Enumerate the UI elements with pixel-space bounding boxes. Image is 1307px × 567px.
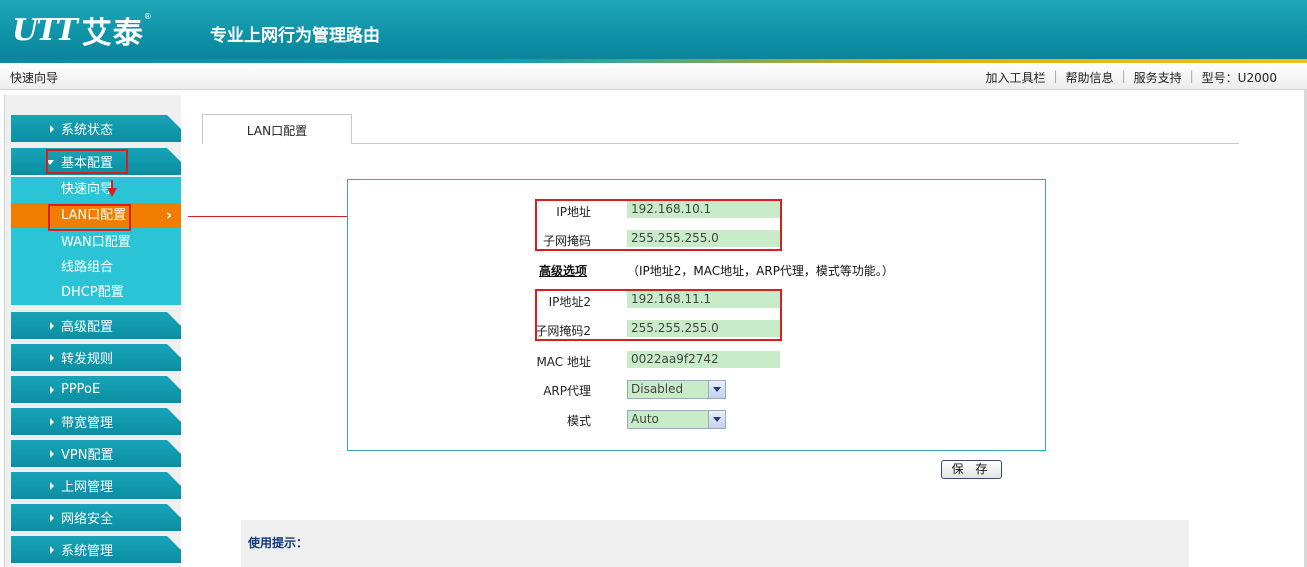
chevron-right-icon: › (165, 206, 172, 224)
product-title: 专业上网行为管理路由 (210, 26, 380, 46)
logo-mark: UTT (12, 12, 78, 48)
triangle-right-icon (50, 450, 54, 458)
menu-label: 转发规则 (61, 352, 114, 367)
submenu-item-wan-config[interactable]: WAN口配置 (11, 230, 181, 255)
registered-mark: ® (143, 11, 152, 21)
submenu-item-dhcp-config[interactable]: DHCP配置 (11, 280, 181, 305)
menu-system-mgmt[interactable]: 系统管理 (11, 536, 181, 563)
chevron-down-icon[interactable] (708, 381, 725, 398)
app-header: UTT 艾泰 ® 专业上网行为管理路由 (0, 0, 1307, 62)
usage-hints-panel: 使用提示： (241, 520, 1189, 567)
annotation-box-lan-config (48, 204, 131, 231)
annotation-box-ip2 (535, 289, 782, 341)
mac-address-field[interactable]: 0022aa9f2742 (627, 351, 780, 368)
divider: | (1189, 69, 1194, 83)
menu-label: 高级配置 (61, 320, 114, 335)
annotation-box-basic-config (46, 149, 128, 174)
menu-bandwidth[interactable]: 带宽管理 (11, 408, 181, 435)
top-links: 加入工具栏 | 帮助信息 | 服务支持 | 型号：U2000 (985, 69, 1277, 86)
arp-proxy-select[interactable]: Disabled (627, 380, 726, 399)
save-button[interactable]: 保 存 (941, 460, 1002, 479)
sub-toolbar: 快速向导 加入工具栏 | 帮助信息 | 服务支持 | 型号：U2000 (0, 63, 1307, 90)
tab-baseline (202, 143, 1239, 144)
menu-network-security[interactable]: 网络安全 (11, 504, 181, 531)
arp-label: ARP代理 (543, 384, 591, 398)
help-link[interactable]: 帮助信息 (1066, 69, 1114, 86)
brand-logo: UTT 艾泰 ® (12, 10, 152, 52)
menu-system-status[interactable]: 系统状态 (11, 115, 181, 142)
triangle-right-icon (50, 514, 54, 522)
menu-label: 带宽管理 (61, 416, 114, 431)
annotation-box-ip (535, 199, 782, 251)
usage-hints-title: 使用提示： (248, 536, 309, 550)
menu-label: PPPoE (61, 382, 101, 397)
advanced-options-desc: （IP地址2，MAC地址，ARP代理，模式等功能。） (627, 264, 894, 278)
menu-internet-mgmt[interactable]: 上网管理 (11, 472, 181, 499)
arp-proxy-value: Disabled (631, 382, 684, 396)
advanced-options-link[interactable]: 高级选项 (539, 262, 587, 279)
menu-label: 系统状态 (61, 123, 114, 138)
mode-label: 模式 (566, 414, 591, 428)
menu-pppoe[interactable]: PPPoE (11, 376, 181, 403)
menu-vpn[interactable]: VPN配置 (11, 440, 181, 467)
support-link[interactable]: 服务支持 (1134, 69, 1182, 86)
triangle-right-icon (50, 546, 54, 554)
menu-advanced-config[interactable]: 高级配置 (11, 312, 181, 339)
tab-gap (203, 143, 351, 144)
mode-value: Auto (631, 412, 659, 426)
menu-forward-rules[interactable]: 转发规则 (11, 344, 181, 371)
triangle-right-icon (50, 418, 54, 426)
add-toolbar-link[interactable]: 加入工具栏 (985, 69, 1045, 86)
submenu-item-quick-wizard[interactable]: 快速向导 (11, 177, 181, 202)
triangle-right-icon (50, 386, 54, 394)
annotation-arrow-down-icon (107, 188, 117, 197)
triangle-right-icon (50, 482, 54, 490)
divider: | (1053, 69, 1058, 83)
submenu-basic-config: 快速向导 LAN口配置 › WAN口配置 线路组合 DHCP配置 (11, 177, 181, 305)
model-label: 型号：U2000 (1201, 71, 1277, 85)
breadcrumb: 快速向导 (10, 71, 59, 85)
triangle-right-icon (50, 354, 54, 362)
menu-label: 系统管理 (61, 544, 114, 559)
menu-label: 网络安全 (61, 512, 114, 527)
menu-label: VPN配置 (61, 448, 114, 463)
divider: | (1121, 69, 1126, 83)
mode-select[interactable]: Auto (627, 410, 726, 429)
tab-lan-config[interactable]: LAN口配置 (202, 114, 352, 144)
triangle-right-icon (50, 125, 54, 133)
menu-label: 上网管理 (61, 480, 114, 495)
chevron-down-icon[interactable] (708, 411, 725, 428)
triangle-right-icon (50, 322, 54, 330)
submenu-item-line-group[interactable]: 线路组合 (11, 255, 181, 280)
logo-text: 艾泰 (81, 16, 144, 51)
mac-label: MAC 地址 (536, 355, 591, 369)
